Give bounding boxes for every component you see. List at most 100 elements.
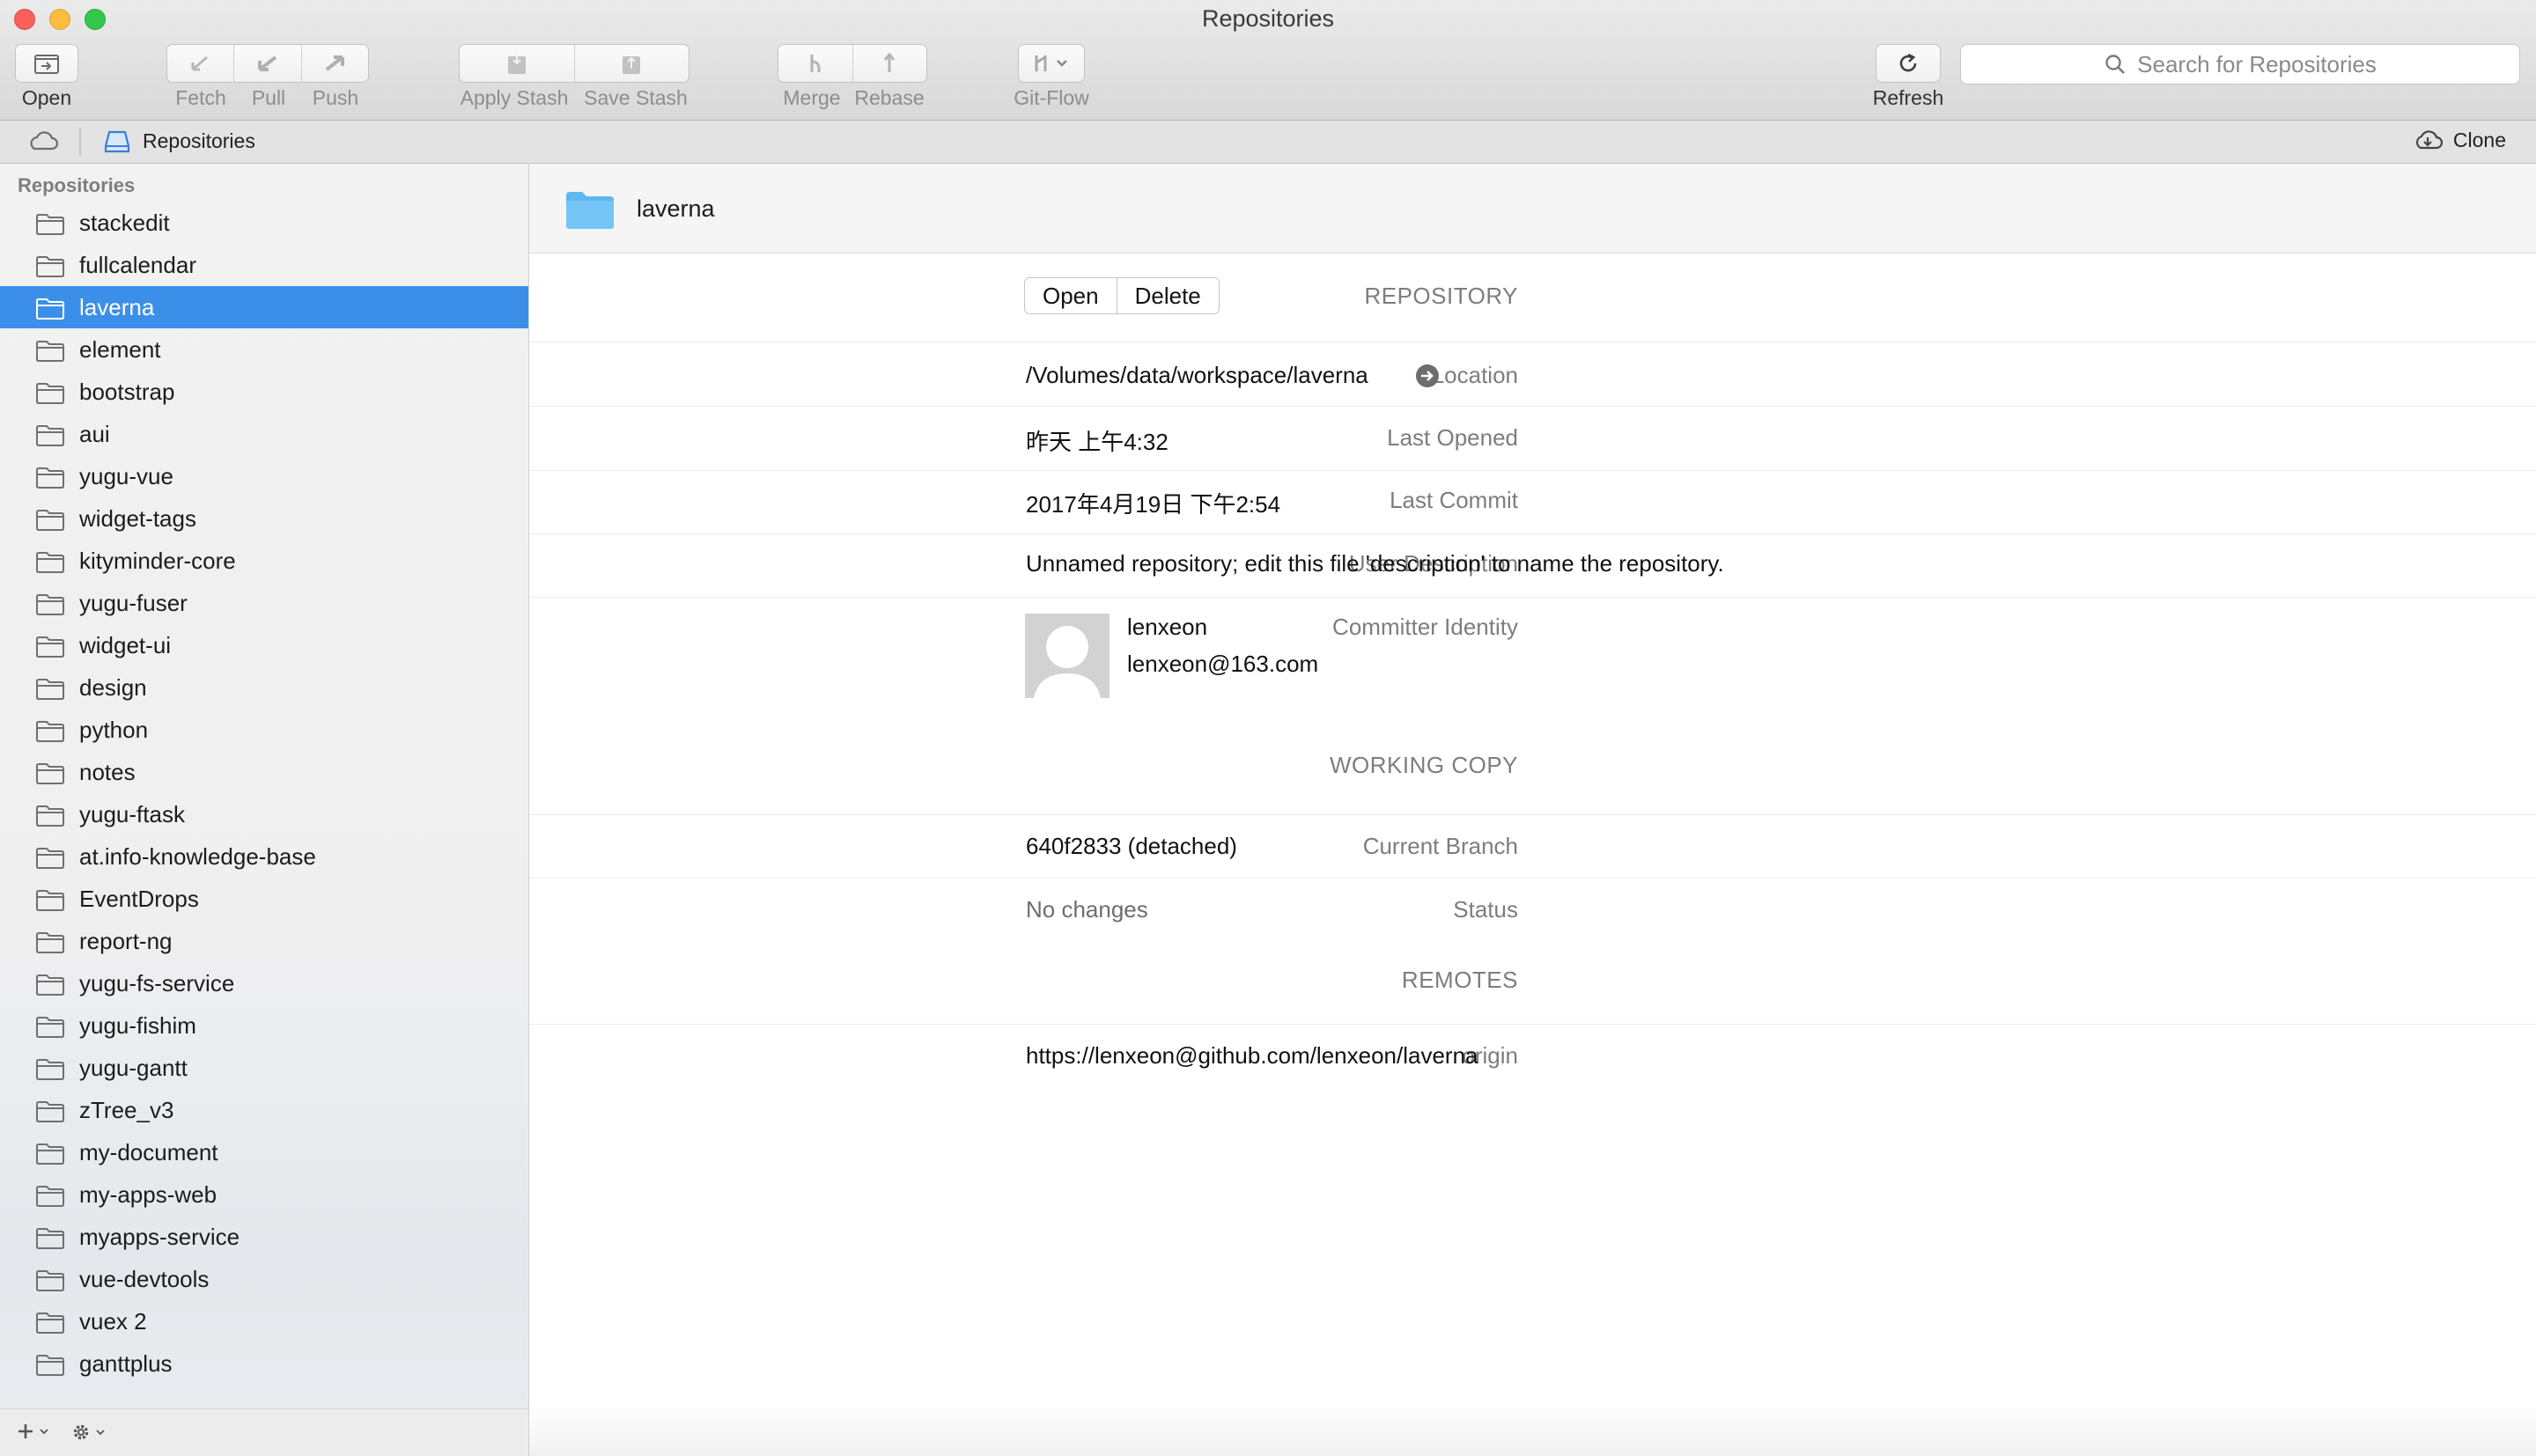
clone-button[interactable]: Clone <box>2413 128 2506 152</box>
user-description-value: Unnamed repository; edit this file 'desc… <box>1026 550 1724 577</box>
sidebar-item-design[interactable]: design <box>0 666 528 709</box>
sidebar-item-label: vue-devtools <box>79 1266 210 1292</box>
sidebar-item-myapps-service[interactable]: myapps-service <box>0 1216 528 1258</box>
fetch-pull-push-group <box>166 44 369 83</box>
sidebar-item-label: myapps-service <box>79 1224 240 1250</box>
pull-icon <box>257 55 277 71</box>
sidebar-item-widget-tags[interactable]: widget-tags <box>0 497 528 540</box>
sidebar-item-element[interactable]: element <box>0 328 528 371</box>
sidebar-item-yugu-vue[interactable]: yugu-vue <box>0 455 528 497</box>
pathbar-divider <box>79 128 81 156</box>
fetch-icon <box>191 55 208 71</box>
sidebar-item-bootstrap[interactable]: bootstrap <box>0 371 528 413</box>
search-input[interactable]: Search for Repositories <box>1960 44 2520 85</box>
push-label: Push <box>312 86 359 109</box>
open-repo-button[interactable]: Open <box>1025 278 1117 313</box>
cloud-icon[interactable] <box>26 129 58 154</box>
folder-icon <box>36 341 64 362</box>
working-copy-section-title: WORKING COPY <box>1329 752 1518 778</box>
sidebar-item-aui[interactable]: aui <box>0 413 528 455</box>
folder-icon <box>36 1059 64 1080</box>
sidebar-item-label: design <box>79 674 147 701</box>
last-commit-value: 2017年4月19日 下午2:54 <box>1026 491 1281 518</box>
sidebar-item-yugu-fishim[interactable]: yugu-fishim <box>0 1004 528 1047</box>
refresh-label: Refresh <box>1872 86 1944 109</box>
sidebar-item-label: yugu-ftask <box>79 801 185 827</box>
delete-repo-button[interactable]: Delete <box>1116 278 1219 313</box>
pull-button[interactable] <box>233 45 300 82</box>
sidebar-item-label: kityminder-core <box>79 548 236 574</box>
rebase-label: Rebase <box>854 86 925 109</box>
save-stash-button[interactable] <box>573 45 689 82</box>
sidebar-item-label: yugu-vue <box>79 463 173 489</box>
folder-icon <box>36 552 64 573</box>
gitflow-button[interactable] <box>1018 44 1085 83</box>
apply-stash-label: Apply Stash <box>460 86 569 109</box>
sidebar-item-label: yugu-fishim <box>79 1012 196 1039</box>
apply-stash-button[interactable] <box>460 45 574 82</box>
repo-actions: Open Delete <box>1024 277 1220 314</box>
push-button[interactable] <box>300 45 368 82</box>
rebase-button[interactable] <box>851 45 927 82</box>
sidebar-item-my-apps-web[interactable]: my-apps-web <box>0 1173 528 1216</box>
apply-stash-icon <box>507 53 526 74</box>
sidebar: Repositories stackedit fullcalendar lavern… <box>0 164 529 1456</box>
sidebar-item-notes[interactable]: notes <box>0 751 528 793</box>
merge-icon <box>810 55 821 72</box>
folder-icon <box>36 1270 64 1291</box>
reveal-arrow-icon[interactable] <box>1415 364 1440 388</box>
sidebar-item-label: report-ng <box>79 928 173 954</box>
drive-icon <box>104 130 130 153</box>
breadcrumb[interactable]: Repositories <box>143 129 255 153</box>
sidebar-item-vuex-2[interactable]: vuex 2 <box>0 1300 528 1342</box>
chevron-down-icon <box>96 1430 105 1436</box>
avatar <box>1025 614 1110 698</box>
sidebar-item-report-ng[interactable]: report-ng <box>0 920 528 962</box>
repository-section-title: REPOSITORY <box>1364 283 1518 309</box>
sidebar-item-label: aui <box>79 421 110 447</box>
refresh-button[interactable] <box>1876 44 1941 83</box>
current-branch-label: Current Branch <box>1362 833 1518 859</box>
merge-rebase-group <box>778 44 927 83</box>
sidebar-item-label: yugu-fs-service <box>79 970 235 996</box>
stash-group <box>459 44 689 83</box>
sidebar-item-my-document[interactable]: my-document <box>0 1131 528 1173</box>
origin-url[interactable]: https://lenxeon@github.com/lenxeon/laver… <box>1026 1042 1478 1070</box>
sidebar-item-stackedit[interactable]: stackedit <box>0 202 528 244</box>
fetch-label: Fetch <box>175 86 226 109</box>
sidebar-item-yugu-gantt[interactable]: yugu-gantt <box>0 1047 528 1089</box>
sidebar-item-label: element <box>79 336 161 363</box>
user-description-row: User Description Unnamed repository; edi… <box>529 534 2536 598</box>
sidebar-item-laverna[interactable]: laverna <box>0 286 528 328</box>
folder-icon <box>36 1017 64 1038</box>
sidebar-item-eventdrops[interactable]: EventDrops <box>0 878 528 920</box>
sidebar-item-ganttplus[interactable]: ganttplus <box>0 1342 528 1385</box>
folder-icon <box>36 932 64 953</box>
fetch-button[interactable] <box>167 45 233 82</box>
current-branch-row: Current Branch 640f2833 (detached) <box>529 815 2536 879</box>
folder-icon <box>36 1186 64 1207</box>
location-label: Location <box>1431 362 1518 388</box>
open-repo-icon <box>34 55 59 74</box>
sidebar-item-yugu-ftask[interactable]: yugu-ftask <box>0 793 528 835</box>
sidebar-item-python[interactable]: python <box>0 709 528 751</box>
merge-button[interactable] <box>778 45 852 82</box>
add-repo-button[interactable] <box>16 1422 49 1441</box>
sidebar-item-yugu-fuser[interactable]: yugu-fuser <box>0 582 528 624</box>
open-button[interactable] <box>15 44 78 83</box>
sidebar-item-yugu-fs-service[interactable]: yugu-fs-service <box>0 962 528 1004</box>
folder-icon <box>36 1143 64 1165</box>
status-value: No changes <box>1026 896 1148 923</box>
sidebar-item-vue-devtools[interactable]: vue-devtools <box>0 1258 528 1300</box>
sidebar-item-fullcalendar[interactable]: fullcalendar <box>0 244 528 286</box>
folder-icon <box>36 256 64 277</box>
sidebar-item-widget-ui[interactable]: widget-ui <box>0 624 528 666</box>
cloud-download-icon <box>2415 130 2443 150</box>
settings-button[interactable] <box>70 1422 106 1443</box>
sidebar-item-kityminder-core[interactable]: kityminder-core <box>0 540 528 582</box>
sidebar-item-at-info-knowledge-base[interactable]: at.info-knowledge-base <box>0 835 528 878</box>
rebase-icon <box>884 52 896 72</box>
sidebar-item-label: at.info-knowledge-base <box>79 843 316 870</box>
sidebar-item-ztree-v3[interactable]: zTree_v3 <box>0 1089 528 1131</box>
folder-icon <box>36 679 64 700</box>
